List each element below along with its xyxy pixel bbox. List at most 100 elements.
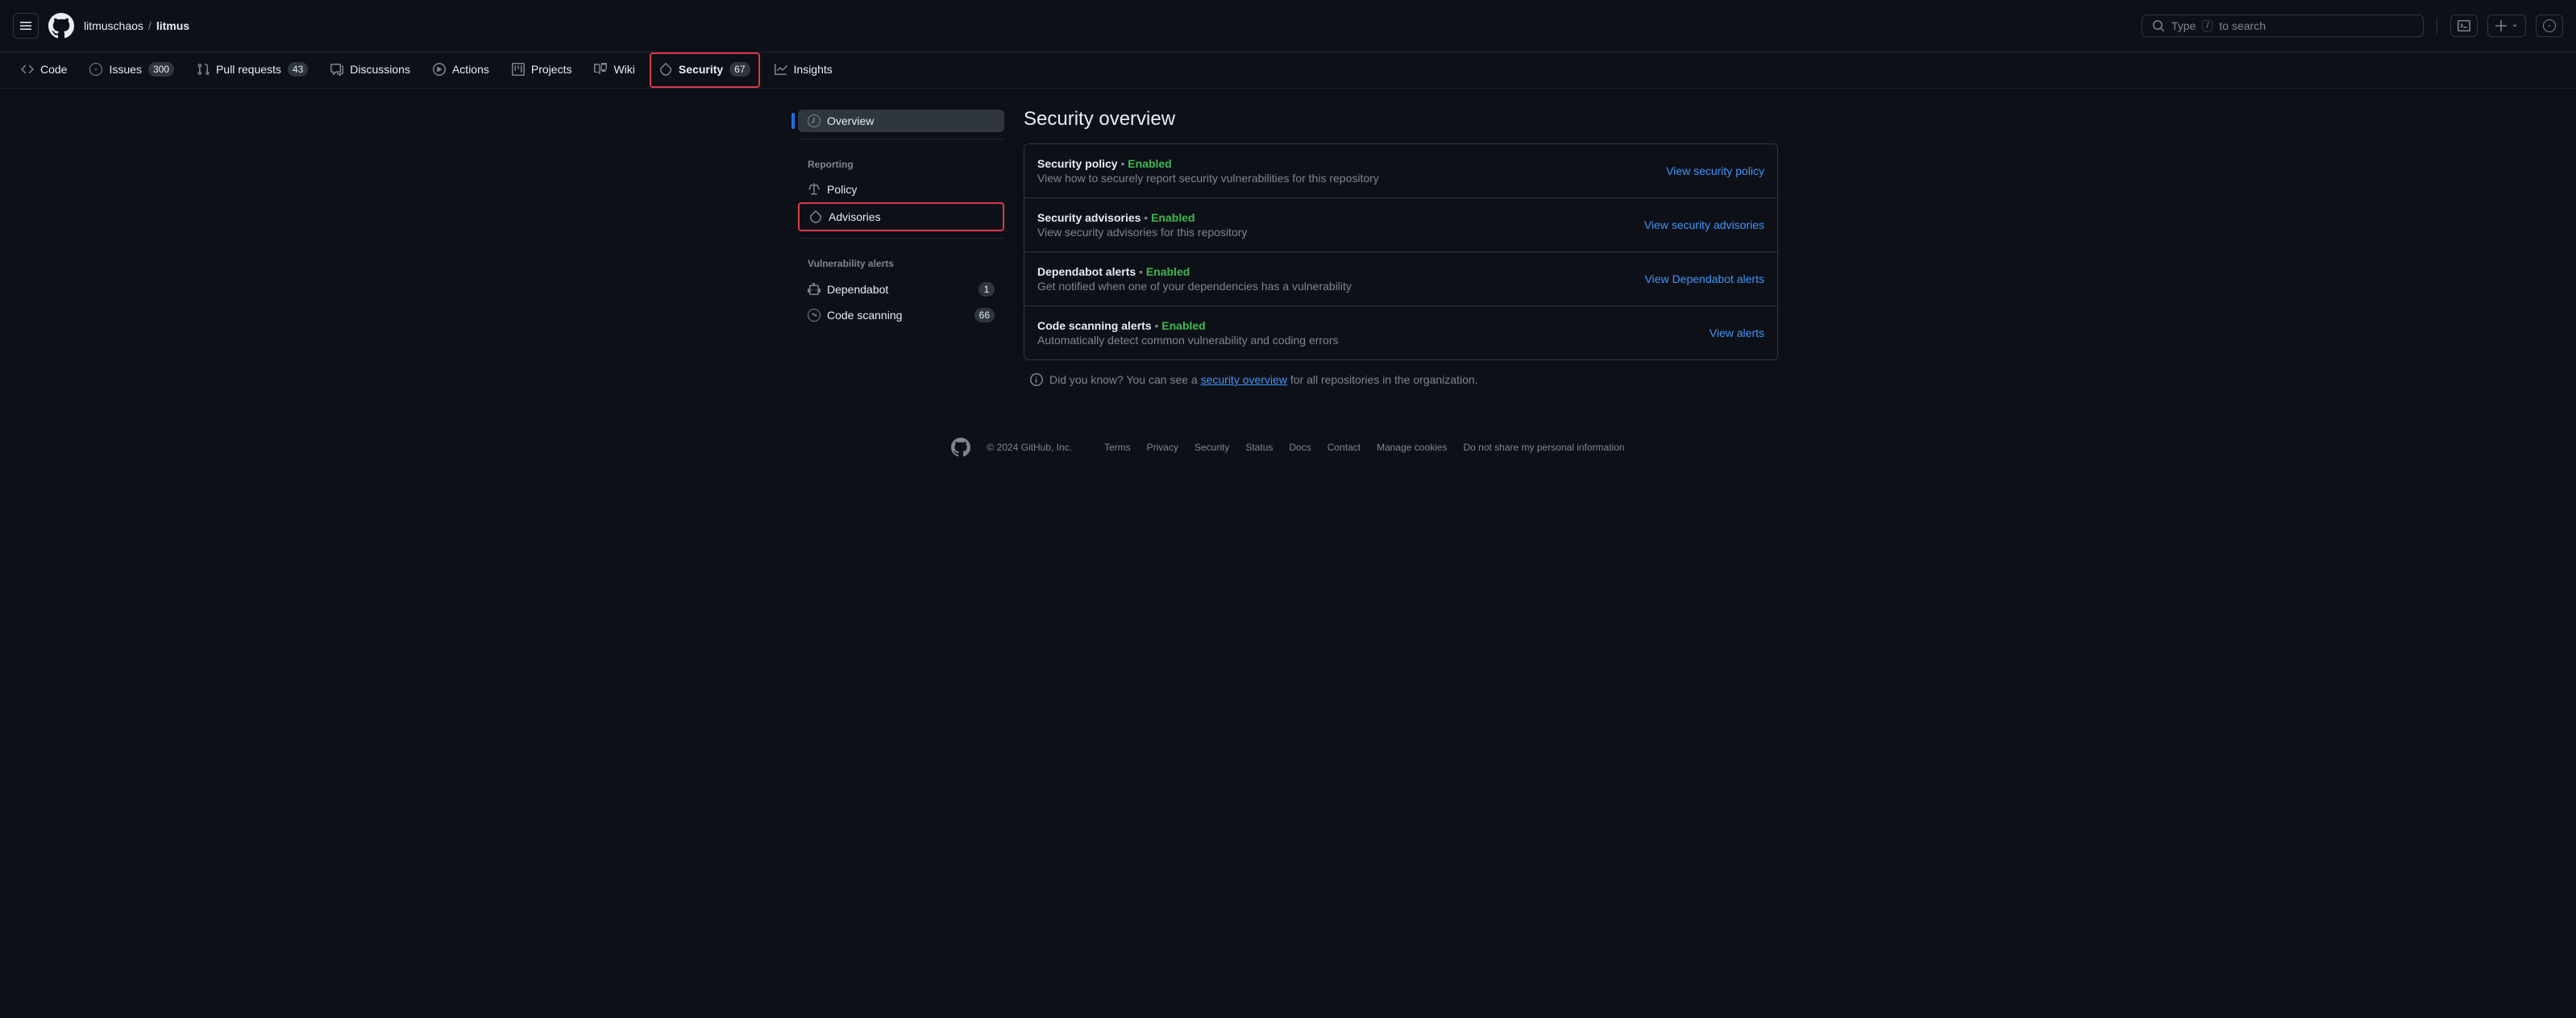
tab-count: 67 <box>729 62 750 77</box>
sidebar-item-policy[interactable]: Policy <box>798 178 1004 201</box>
footer-link[interactable]: Security <box>1195 442 1229 453</box>
meter-icon <box>808 114 821 127</box>
sidebar-item-advisories[interactable]: Advisories <box>800 206 1003 228</box>
github-logo-icon[interactable] <box>951 438 970 457</box>
search-input[interactable]: Type / to search <box>2142 15 2424 37</box>
tab-discussions[interactable]: Discussions <box>322 55 418 85</box>
sidebar-count: 1 <box>978 282 995 297</box>
card-description: View security advisories for this reposi… <box>1037 226 1644 239</box>
security-card: Code scanning alerts • Enabled Automatica… <box>1024 306 1777 359</box>
shield-icon <box>809 210 822 223</box>
card-title: Security advisories • Enabled <box>1037 211 1644 224</box>
sidebar-item-dependabot[interactable]: Dependabot 1 <box>798 277 1004 301</box>
sidebar-label: Dependabot <box>827 283 888 296</box>
security-card: Security policy • EnabledView how to sec… <box>1024 144 1777 198</box>
tab-projects[interactable]: Projects <box>504 55 580 85</box>
terminal-icon <box>2458 19 2470 32</box>
command-palette-button[interactable] <box>2450 15 2478 37</box>
card-description: Automatically detect common vulnerabilit… <box>1037 334 1710 347</box>
discussion-icon <box>330 63 343 76</box>
tab-insights[interactable]: Insights <box>767 55 841 85</box>
tab-count: 300 <box>148 62 174 77</box>
card-action-link[interactable]: View alerts <box>1710 326 1764 339</box>
github-logo-icon[interactable] <box>48 13 74 39</box>
footer-link[interactable]: Status <box>1245 442 1273 453</box>
hamburger-icon <box>19 19 32 32</box>
footer-copyright: © 2024 GitHub, Inc. <box>987 442 1072 453</box>
info-text: Did you know? You can see a <box>1049 373 1201 386</box>
tab-count: 43 <box>288 62 308 77</box>
sidebar-count: 66 <box>974 308 995 322</box>
footer-link[interactable]: Docs <box>1289 442 1311 453</box>
sidebar-section-vuln: Vulnerability alerts <box>798 245 1004 276</box>
card-action-link[interactable]: View security advisories <box>1644 218 1764 231</box>
security-card: Dependabot alerts • Enabled Get notified … <box>1024 252 1777 306</box>
info-banner: Did you know? You can see a security ove… <box>1024 373 1778 386</box>
breadcrumb-org[interactable]: litmuschaos <box>84 19 143 32</box>
footer-link[interactable]: Do not share my personal information <box>1463 442 1624 453</box>
issues-button[interactable] <box>2536 15 2563 37</box>
card-title: Dependabot alerts • Enabled <box>1037 265 1645 278</box>
tab-label: Issues <box>109 63 141 76</box>
page-title: Security overview <box>1024 108 1778 131</box>
tab-wiki[interactable]: Wiki <box>586 55 642 85</box>
tab-label: Security <box>679 63 723 76</box>
issue-icon <box>89 63 102 76</box>
caret-down-icon <box>2511 22 2519 30</box>
footer-link[interactable]: Contact <box>1327 442 1361 453</box>
sidebar-item-codescan[interactable]: Code scanning 66 <box>798 303 1004 327</box>
search-icon <box>2152 19 2165 32</box>
pull-request-icon <box>197 63 210 76</box>
info-text: for all repositories in the organization… <box>1287 373 1478 386</box>
breadcrumb: litmuschaos / litmus <box>84 19 189 32</box>
tab-label: Actions <box>452 63 489 76</box>
footer-link[interactable]: Terms <box>1104 442 1131 453</box>
search-kbd: / <box>2202 20 2212 31</box>
sidebar-divider <box>798 238 1004 239</box>
header: litmuschaos / litmus Type / to search <box>0 0 2576 52</box>
tab-actions[interactable]: Actions <box>425 55 497 85</box>
tab-label: Projects <box>531 63 572 76</box>
card-action-link[interactable]: View Dependabot alerts <box>1645 272 1764 285</box>
issue-icon <box>2543 19 2556 32</box>
law-icon <box>808 183 821 196</box>
tab-issues[interactable]: Issues 300 <box>81 54 182 86</box>
tab-pulls[interactable]: Pull requests 43 <box>189 54 316 86</box>
sidebar-item-overview[interactable]: Overview <box>798 110 1004 132</box>
graph-icon <box>775 63 787 76</box>
play-icon <box>433 63 446 76</box>
tab-label: Code <box>40 63 67 76</box>
breadcrumb-repo[interactable]: litmus <box>156 19 189 32</box>
code-icon <box>21 63 34 76</box>
card-title: Code scanning alerts • Enabled <box>1037 319 1710 332</box>
footer-link[interactable]: Privacy <box>1147 442 1178 453</box>
codescan-icon <box>808 309 821 322</box>
hamburger-menu[interactable] <box>13 13 39 39</box>
dependabot-icon <box>808 283 821 296</box>
sidebar-label: Policy <box>827 183 857 196</box>
sidebar-label: Code scanning <box>827 309 902 322</box>
tab-security[interactable]: Security 67 <box>651 54 758 86</box>
breadcrumb-separator: / <box>148 19 152 32</box>
card-description: View how to securely report security vul… <box>1037 172 1666 185</box>
tab-label: Insights <box>794 63 833 76</box>
project-icon <box>512 63 525 76</box>
shield-icon <box>659 63 672 76</box>
security-tab-highlight: Security 67 <box>650 52 760 88</box>
sidebar-label: Advisories <box>829 210 881 223</box>
sidebar-section-reporting: Reporting <box>798 146 1004 177</box>
tab-code[interactable]: Code <box>13 55 75 85</box>
tab-label: Discussions <box>350 63 410 76</box>
security-cards: Security policy • EnabledView how to sec… <box>1024 143 1778 360</box>
tab-label: Pull requests <box>216 63 281 76</box>
create-new-button[interactable] <box>2487 15 2526 37</box>
footer-link[interactable]: Manage cookies <box>1377 442 1447 453</box>
plus-icon <box>2495 19 2507 32</box>
footer: © 2024 GitHub, Inc. Terms Privacy Security… <box>0 405 2576 489</box>
card-description: Get notified when one of your dependenci… <box>1037 280 1645 293</box>
card-action-link[interactable]: View security policy <box>1666 164 1764 177</box>
sidebar: Overview Reporting Policy Advisories Vul… <box>798 108 1004 386</box>
info-icon <box>1030 373 1043 386</box>
info-link[interactable]: security overview <box>1201 373 1287 386</box>
security-card: Security advisories • EnabledView securi… <box>1024 198 1777 252</box>
